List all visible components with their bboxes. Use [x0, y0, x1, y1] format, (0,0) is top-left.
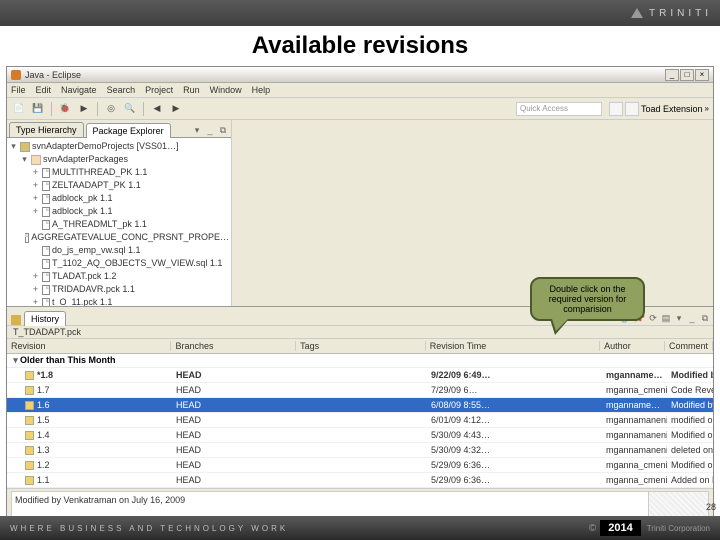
brand-name: TRINITI: [649, 8, 712, 19]
menu-file[interactable]: File: [11, 85, 26, 95]
maximize-view-icon[interactable]: ⧉: [699, 313, 711, 325]
table-row: 1.2HEAD5/29/09 6:36…mganna_cmeniModified…: [7, 458, 713, 473]
left-panel: Type Hierarchy Package Explorer ▾ _ ⧉ ▾s…: [7, 120, 232, 306]
perspective-label: Toad Extension: [641, 104, 703, 114]
table-row: *1.8HEAD9/22/09 6:49…mganname…Modified b…: [7, 368, 713, 383]
history-target: T_TDADAPT.pck: [7, 325, 713, 339]
col-revision[interactable]: Revision: [7, 341, 171, 351]
eclipse-icon: [11, 70, 21, 80]
tree-item: +t_O_11.pck 1.1: [9, 296, 229, 306]
maximize-view-icon[interactable]: ⧉: [217, 125, 229, 137]
tree-item: +ZELTAADAPT_PK 1.1: [9, 179, 229, 192]
window-titlebar[interactable]: Java - Eclipse _ □ ×: [7, 67, 713, 83]
minimize-button[interactable]: _: [665, 69, 679, 81]
left-tab-strip: Type Hierarchy Package Explorer ▾ _ ⧉: [7, 120, 231, 138]
main-toolbar: 📄 💾 🐞 ▶ ◎ 🔍 ◀ ▶ Quick Access Toad Extens…: [7, 98, 713, 120]
tree-item: AGGREGATEVALUE_CONC_PRSNT_PROPE…: [9, 231, 229, 244]
slide-title: Available revisions: [0, 26, 720, 66]
brand-bar: TRINITI: [0, 0, 720, 26]
menu-window[interactable]: Window: [210, 85, 242, 95]
tree-item: do_js_emp_vw.sql 1.1: [9, 244, 229, 257]
refresh-icon[interactable]: ⟳: [647, 313, 659, 325]
menu-project[interactable]: Project: [145, 85, 173, 95]
back-icon[interactable]: ◀: [149, 101, 165, 117]
col-comment[interactable]: Comment: [665, 341, 713, 351]
tab-type-hierarchy[interactable]: Type Hierarchy: [9, 122, 84, 137]
tree-item: +adblock_pk 1.1: [9, 205, 229, 218]
tree-item: +TRIDADAVR.pck 1.1: [9, 283, 229, 296]
tree-item: +adblock_pk 1.1: [9, 192, 229, 205]
page-number: 28: [706, 502, 716, 512]
col-branches[interactable]: Branches: [171, 341, 296, 351]
view-menu-icon[interactable]: ▾: [673, 313, 685, 325]
minimize-view-icon[interactable]: _: [204, 125, 216, 137]
table-header: Revision Branches Tags Revision Time Aut…: [7, 339, 713, 354]
instruction-callout: Double click on the required version for…: [530, 277, 645, 321]
new-icon[interactable]: 📄: [11, 101, 27, 117]
triniti-logo-icon: [631, 8, 643, 18]
forward-icon[interactable]: ▶: [168, 101, 184, 117]
close-button[interactable]: ×: [695, 69, 709, 81]
table-row: 1.3HEAD5/30/09 4:32…mgannamanenideleted …: [7, 443, 713, 458]
search-icon[interactable]: 🔍: [122, 101, 138, 117]
table-row: 1.1HEAD5/29/09 6:36…mganna_cmeniAdded on…: [7, 473, 713, 488]
table-row: 1.5HEAD6/01/09 4:12…mgannamanenimodified…: [7, 413, 713, 428]
quick-access-placeholder: Quick Access: [520, 104, 568, 113]
tree-project: ▾svnAdapterDemoProjects [VSS01…]: [9, 140, 229, 153]
revision-group: ▾Older than This Month: [7, 354, 713, 368]
quick-access-input[interactable]: Quick Access: [516, 102, 602, 116]
menu-search[interactable]: Search: [107, 85, 136, 95]
perspective-switcher[interactable]: Toad Extension »: [609, 102, 709, 116]
run-icon[interactable]: ▶: [76, 101, 92, 117]
bottom-panel: History 🔗 📌 ⟳ ▤ ▾ _ ⧉ T_TDADAPT.pck Revi…: [7, 306, 713, 537]
slide-footer: WHERE BUSINESS AND TECHNOLOGY WORK © 201…: [0, 516, 720, 540]
tree-folder: ▾svnAdapterPackages: [9, 153, 229, 166]
tab-package-explorer[interactable]: Package Explorer: [86, 123, 171, 138]
window-title: Java - Eclipse: [25, 70, 665, 80]
tree-item: T_1102_AQ_OBJECTS_VW_VIEW.sql 1.1: [9, 257, 229, 270]
menu-bar: File Edit Navigate Search Project Run Wi…: [7, 83, 713, 98]
menu-run[interactable]: Run: [183, 85, 200, 95]
open-perspective-icon[interactable]: [609, 102, 623, 116]
toad-perspective-icon[interactable]: [625, 102, 639, 116]
col-time[interactable]: Revision Time: [426, 341, 600, 351]
table-row-selected: 1.6HEAD6/08/09 8:55…mganname…Modified by…: [7, 398, 713, 413]
table-row: 1.4HEAD5/30/09 4:43…mgannamaneniModified…: [7, 428, 713, 443]
tab-history[interactable]: History: [24, 311, 66, 326]
revision-table[interactable]: Revision Branches Tags Revision Time Aut…: [7, 339, 713, 489]
menu-edit[interactable]: Edit: [36, 85, 52, 95]
footer-corp: Triniti Corporation: [647, 524, 710, 533]
col-tags[interactable]: Tags: [296, 341, 426, 351]
commit-message-text: Modified by Venkatraman on July 16, 2009: [15, 495, 185, 505]
tree-item: +MULTITHREAD_PK 1.1: [9, 166, 229, 179]
menu-navigate[interactable]: Navigate: [61, 85, 97, 95]
copyright-icon: ©: [589, 523, 596, 534]
menu-help[interactable]: Help: [252, 85, 271, 95]
history-icon: [11, 315, 21, 325]
debug-icon[interactable]: 🐞: [57, 101, 73, 117]
footer-year: 2014: [600, 520, 640, 536]
maximize-button[interactable]: □: [680, 69, 694, 81]
package-explorer-tree[interactable]: ▾svnAdapterDemoProjects [VSS01…] ▾svnAda…: [7, 138, 231, 306]
minimize-view-icon[interactable]: _: [686, 313, 698, 325]
footer-tagline: WHERE BUSINESS AND TECHNOLOGY WORK: [10, 524, 589, 533]
save-icon[interactable]: 💾: [30, 101, 46, 117]
table-row: 1.7HEAD7/29/09 6…mganna_cmeniCode Revert…: [7, 383, 713, 398]
tree-item: +TLADAT.pck 1.2: [9, 270, 229, 283]
filter-icon[interactable]: ▤: [660, 313, 672, 325]
view-menu-icon[interactable]: ▾: [191, 125, 203, 137]
open-type-icon[interactable]: ◎: [103, 101, 119, 117]
col-author[interactable]: Author: [600, 341, 665, 351]
tree-item: A_THREADMLT_pk 1.1: [9, 218, 229, 231]
